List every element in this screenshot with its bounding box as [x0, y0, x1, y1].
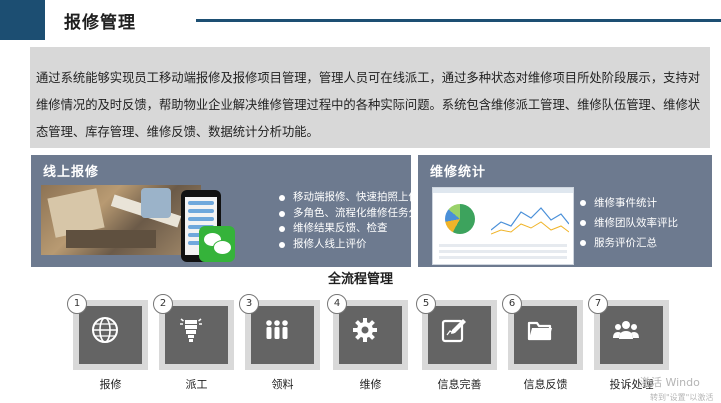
globe-icon	[92, 317, 118, 343]
process-step-repair: 4	[327, 294, 408, 370]
folder-icon	[527, 321, 552, 341]
stats-dashboard-screenshot	[432, 187, 574, 265]
online-repair-panel: 线上报修 移动端报修、快速拍照上传 多角色、流程化维修任务分配 维修结果反馈、检…	[31, 155, 430, 267]
step-label: 报修	[99, 378, 122, 391]
page-title: 报修管理	[64, 13, 136, 33]
list-item: 服务评价汇总	[578, 233, 678, 253]
intro-text: 通过系统能够实现员工移动端报修及报修项目管理，管理人员可在线派工，通过多种状态对…	[30, 47, 710, 148]
list-item: 维修事件统计	[578, 193, 678, 213]
process-step-info-complete: 5	[416, 294, 497, 370]
list-item: 多角色、流程化维修任务分配	[277, 206, 430, 222]
gear-icon	[353, 318, 377, 342]
list-item: 报修人线上评价	[277, 237, 430, 253]
repair-stats-list: 维修事件统计 维修团队效率评比 服务评价汇总	[578, 193, 678, 253]
people-icon	[266, 320, 288, 339]
list-item: 维修团队效率评比	[578, 213, 678, 233]
process-step-dispatch: 2	[153, 294, 234, 370]
step-label: 领料	[271, 378, 294, 391]
repair-site-photo	[41, 185, 201, 255]
list-item: 维修结果反馈、检查	[277, 221, 430, 237]
process-title: 全流程管理	[327, 272, 393, 287]
header-accent-block	[0, 0, 45, 40]
lightbulb-icon	[180, 318, 202, 342]
process-step-report: 1	[67, 294, 148, 370]
activation-watermark: 激活 Windo	[640, 376, 700, 389]
list-item: 移动端报修、快速拍照上传	[277, 190, 430, 206]
step-label: 信息反馈	[523, 378, 568, 391]
step-label: 派工	[185, 378, 208, 391]
header-divider	[196, 19, 721, 22]
edit-icon	[441, 319, 466, 343]
wechat-icon	[199, 226, 235, 262]
online-repair-title: 线上报修	[43, 165, 100, 180]
process-step-complaint: 7	[588, 294, 669, 370]
group-icon	[613, 321, 639, 339]
repair-stats-title: 维修统计	[430, 165, 487, 180]
process-step-materials: 3	[239, 294, 320, 370]
activation-watermark-hint: 转到"设置"以激活	[650, 393, 714, 402]
step-label: 维修	[359, 378, 382, 391]
step-label: 信息完善	[437, 378, 482, 391]
online-repair-list: 移动端报修、快速拍照上传 多角色、流程化维修任务分配 维修结果反馈、检查 报修人…	[277, 190, 430, 252]
process-step-feedback: 6	[502, 294, 583, 370]
repair-stats-panel: 维修统计 维修事件统计 维修团队效率评比 服务评价汇总	[418, 155, 712, 267]
